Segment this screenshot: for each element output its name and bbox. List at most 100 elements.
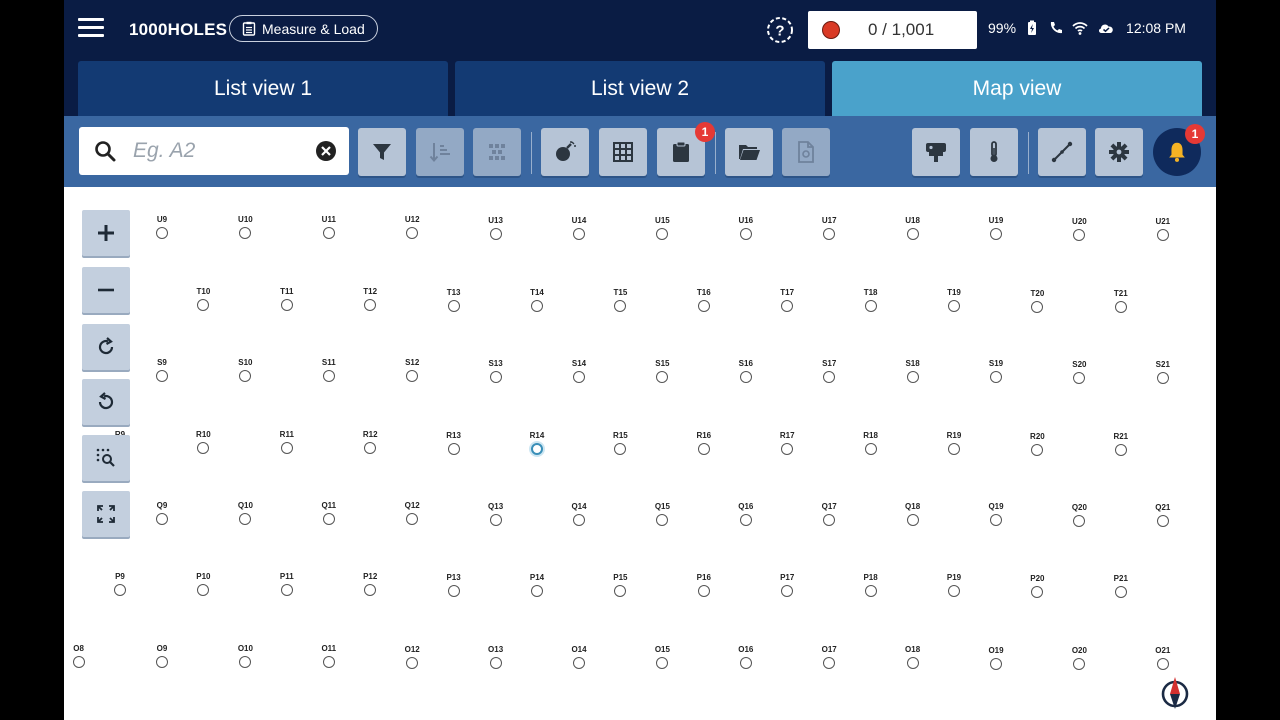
hole-s18[interactable]: S18 xyxy=(893,359,933,384)
hole-marker[interactable] xyxy=(114,584,126,596)
open-folder-button[interactable] xyxy=(725,128,773,176)
hole-marker[interactable] xyxy=(156,370,168,382)
hole-marker[interactable] xyxy=(280,442,293,455)
hole-o16[interactable]: O16 xyxy=(726,645,766,670)
hole-r11[interactable]: R11 xyxy=(267,430,307,455)
hole-marker[interactable] xyxy=(489,513,502,526)
filter-button[interactable] xyxy=(358,128,406,176)
hole-q16[interactable]: Q16 xyxy=(726,502,766,526)
detonator-button[interactable] xyxy=(541,128,589,176)
hole-marker[interactable] xyxy=(239,227,252,240)
hole-marker[interactable] xyxy=(406,370,419,383)
tab-list-view-1[interactable]: List view 1 xyxy=(78,61,448,116)
hole-marker[interactable] xyxy=(948,585,960,598)
hole-marker[interactable] xyxy=(197,584,210,597)
clipboard-button[interactable]: 1 xyxy=(657,122,715,176)
hole-marker[interactable] xyxy=(990,228,1002,241)
hole-t15[interactable]: T15 xyxy=(600,288,640,312)
hole-s16[interactable]: S16 xyxy=(726,359,766,383)
hole-marker[interactable] xyxy=(906,514,919,527)
hole-p12[interactable]: P12 xyxy=(350,572,390,597)
hole-marker[interactable] xyxy=(156,656,168,669)
tab-list-view-2[interactable]: List view 2 xyxy=(455,61,825,116)
hole-marker[interactable] xyxy=(1073,657,1086,670)
hole-p18[interactable]: P18 xyxy=(851,573,891,598)
hole-marker[interactable] xyxy=(239,513,252,526)
hole-marker[interactable] xyxy=(322,513,335,526)
hole-o15[interactable]: O15 xyxy=(642,645,682,669)
hole-o17[interactable]: O17 xyxy=(809,645,849,670)
hole-marker[interactable] xyxy=(656,370,669,383)
hole-r20[interactable]: R20 xyxy=(1017,432,1057,456)
hole-o11[interactable]: O11 xyxy=(309,644,349,669)
hole-marker[interactable] xyxy=(197,299,210,312)
hole-q20[interactable]: Q20 xyxy=(1059,503,1099,527)
hole-o8[interactable]: O8 xyxy=(64,644,99,668)
hole-q18[interactable]: Q18 xyxy=(893,502,933,527)
hole-t11[interactable]: T11 xyxy=(267,287,307,312)
search-input[interactable] xyxy=(133,139,303,163)
hole-marker[interactable] xyxy=(948,300,960,313)
help-icon[interactable]: ? xyxy=(766,16,794,44)
hole-r13[interactable]: R13 xyxy=(434,431,474,455)
hole-marker[interactable] xyxy=(990,657,1002,670)
clear-search-icon[interactable] xyxy=(315,140,337,162)
fit-to-screen-button[interactable] xyxy=(82,491,130,537)
hole-marker[interactable] xyxy=(573,227,585,240)
hole-marker[interactable] xyxy=(406,513,419,526)
hole-q13[interactable]: Q13 xyxy=(476,502,516,526)
hole-p13[interactable]: P13 xyxy=(434,573,474,597)
hole-u21[interactable]: U21 xyxy=(1143,217,1183,241)
hole-o10[interactable]: O10 xyxy=(225,644,265,669)
hole-u17[interactable]: U17 xyxy=(809,216,849,241)
hole-marker[interactable] xyxy=(1156,657,1169,670)
hole-marker[interactable] xyxy=(656,656,669,669)
hole-marker[interactable] xyxy=(72,656,85,668)
hole-s10[interactable]: S10 xyxy=(225,358,265,383)
hole-s20[interactable]: S20 xyxy=(1059,360,1099,384)
hole-marker[interactable] xyxy=(531,442,543,455)
hole-marker[interactable] xyxy=(739,513,752,526)
hole-t17[interactable]: T17 xyxy=(767,288,807,313)
hole-u11[interactable]: U11 xyxy=(309,215,349,240)
hole-marker[interactable] xyxy=(781,300,794,313)
hole-marker[interactable] xyxy=(1156,514,1169,527)
hole-r21[interactable]: R21 xyxy=(1101,432,1141,456)
tab-map-view[interactable]: Map view xyxy=(832,61,1202,116)
hole-o18[interactable]: O18 xyxy=(893,645,933,670)
hole-marker[interactable] xyxy=(489,370,502,383)
hole-marker[interactable] xyxy=(280,299,293,312)
hole-marker[interactable] xyxy=(739,657,752,670)
hole-o20[interactable]: O20 xyxy=(1059,646,1099,670)
hole-marker[interactable] xyxy=(156,227,168,239)
temperature-button[interactable] xyxy=(970,128,1018,176)
hole-r16[interactable]: R16 xyxy=(684,431,724,455)
hole-p11[interactable]: P11 xyxy=(267,572,307,597)
hole-q9[interactable]: Q9 xyxy=(142,501,182,525)
hole-u19[interactable]: U19 xyxy=(976,216,1016,241)
hole-marker[interactable] xyxy=(990,514,1002,527)
hole-marker[interactable] xyxy=(1156,371,1169,384)
hole-u16[interactable]: U16 xyxy=(726,216,766,240)
hole-marker[interactable] xyxy=(697,442,710,455)
hole-marker[interactable] xyxy=(906,371,919,384)
hole-marker[interactable] xyxy=(781,443,794,456)
hole-q17[interactable]: Q17 xyxy=(809,502,849,527)
hole-o19[interactable]: O19 xyxy=(976,646,1016,670)
hole-r18[interactable]: R18 xyxy=(851,431,891,456)
hole-u12[interactable]: U12 xyxy=(392,215,432,240)
hole-s15[interactable]: S15 xyxy=(642,359,682,383)
mode-chip[interactable]: Measure & Load xyxy=(229,15,378,42)
hole-marker[interactable] xyxy=(1073,371,1086,384)
sort-button[interactable] xyxy=(416,128,464,176)
hole-marker[interactable] xyxy=(1073,514,1086,527)
hole-marker[interactable] xyxy=(1114,585,1127,598)
hole-o13[interactable]: O13 xyxy=(476,645,516,669)
hole-marker[interactable] xyxy=(573,513,585,526)
hole-s13[interactable]: S13 xyxy=(476,359,516,383)
hole-u9[interactable]: U9 xyxy=(142,215,182,239)
hole-marker[interactable] xyxy=(1156,228,1169,241)
hole-t14[interactable]: T14 xyxy=(517,288,557,312)
hole-marker[interactable] xyxy=(447,299,460,312)
hole-marker[interactable] xyxy=(1114,443,1127,456)
